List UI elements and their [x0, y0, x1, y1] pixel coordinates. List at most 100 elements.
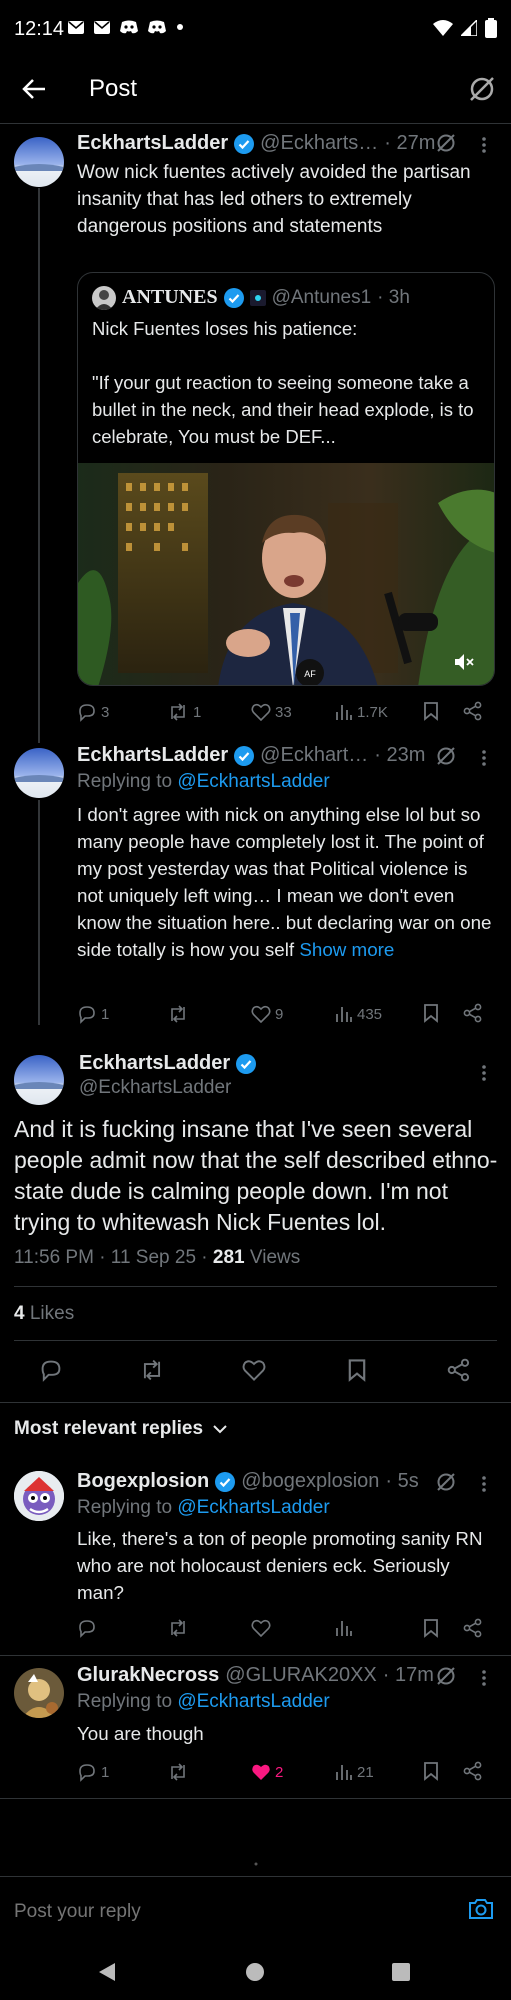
author-name[interactable]: EckhartsLadder [77, 132, 228, 155]
reply-icon[interactable] [39, 1358, 63, 1382]
replying-to: Replying to @EckhartsLadder [77, 771, 330, 792]
views-icon [335, 1005, 353, 1023]
author-name[interactable]: EckhartsLadder [79, 1052, 230, 1075]
post-text: You are though [77, 1723, 204, 1744]
share-icon[interactable] [463, 1761, 483, 1781]
repost-icon[interactable] [167, 1618, 189, 1638]
thread-line [38, 800, 40, 1025]
more-options-icon[interactable] [481, 1475, 487, 1493]
author-handle[interactable]: @Eckharts… [260, 132, 378, 155]
battery-icon [485, 18, 497, 38]
views-button[interactable]: 435 [335, 1005, 382, 1023]
avatar[interactable] [14, 1471, 64, 1521]
author-name[interactable]: Bogexplosion [77, 1470, 209, 1493]
share-icon[interactable] [447, 1358, 471, 1382]
reply-icon[interactable] [77, 1618, 97, 1638]
avatar[interactable] [14, 1055, 64, 1105]
nav-back-icon[interactable] [98, 1962, 116, 1982]
author-name[interactable]: GlurakNecross [77, 1664, 219, 1687]
post-actions [77, 1617, 495, 1641]
avatar[interactable] [14, 137, 64, 187]
share-icon[interactable] [463, 1618, 483, 1638]
bookmark-icon[interactable] [423, 701, 439, 721]
like-count: 2 [275, 1763, 284, 1781]
post-time: · 17m [382, 1664, 434, 1686]
main-post-actions [0, 1356, 511, 1386]
top-app-bar: Post [0, 60, 511, 120]
repost-icon [167, 702, 189, 722]
camera-icon[interactable] [468, 1897, 494, 1921]
post-actions: 1 9 435 [77, 1002, 495, 1026]
replying-to: Replying to @EckhartsLadder [77, 1497, 330, 1518]
reply-button[interactable]: 1 [77, 1004, 109, 1024]
reply-button[interactable]: 1 [77, 1762, 109, 1782]
reply-count: 1 [101, 1005, 110, 1023]
views-button[interactable]: 1.7K [335, 703, 388, 721]
system-nav-bar [0, 1944, 511, 2000]
reply-icon [77, 1004, 97, 1024]
heart-icon [251, 703, 271, 721]
share-icon[interactable] [463, 701, 483, 721]
grok-icon[interactable] [469, 76, 495, 102]
views-icon[interactable] [335, 1619, 353, 1637]
grok-icon[interactable] [436, 746, 456, 766]
mute-icon[interactable] [454, 653, 474, 671]
views-button[interactable]: 21 [335, 1763, 374, 1781]
post-time: · 5s [385, 1470, 419, 1492]
discord-icon [148, 20, 166, 34]
avatar[interactable] [14, 1668, 64, 1718]
repost-button[interactable]: 1 [167, 702, 201, 722]
mention-link[interactable]: @EckhartsLadder [177, 1497, 329, 1518]
likes-count: 4 [14, 1303, 25, 1324]
mail-icon [94, 20, 110, 34]
heart-icon[interactable] [251, 1619, 271, 1637]
back-arrow-icon[interactable] [22, 78, 46, 100]
reply-input[interactable] [14, 1897, 434, 1927]
more-options-icon[interactable] [481, 136, 487, 154]
nav-recents-icon[interactable] [392, 1963, 410, 1981]
author-handle[interactable]: @Eckhart… [260, 744, 368, 767]
like-button[interactable]: 33 [251, 703, 292, 721]
grok-icon[interactable] [436, 1666, 456, 1686]
share-icon[interactable] [463, 1003, 483, 1023]
repost-icon[interactable] [139, 1358, 165, 1382]
author-name[interactable]: EckhartsLadder [77, 744, 228, 767]
mail-icon [68, 20, 84, 34]
quote-video-thumbnail[interactable]: AF [78, 463, 494, 685]
mention-link[interactable]: @EckhartsLadder [177, 771, 329, 792]
repost-button[interactable] [167, 1762, 189, 1782]
more-options-icon[interactable] [481, 1669, 487, 1687]
bookmark-icon[interactable] [423, 1003, 439, 1023]
grok-icon[interactable] [436, 1472, 456, 1492]
avatar[interactable] [14, 748, 64, 798]
like-button[interactable]: 2 [251, 1763, 283, 1781]
grok-icon[interactable] [436, 133, 456, 153]
quote-text-line: Nick Fuentes loses his patience: [92, 318, 358, 339]
mention-link[interactable]: @EckhartsLadder [177, 1691, 329, 1712]
quoted-post[interactable]: ANTUNES @Antunes1 · 3h Nick Fuentes lose… [77, 272, 495, 686]
main-post-text: And it is fucking insane that I've seen … [14, 1116, 498, 1235]
like-button[interactable]: 9 [251, 1005, 283, 1023]
discord-icon [120, 20, 138, 34]
more-options-icon[interactable] [481, 749, 487, 767]
bookmark-icon[interactable] [423, 1761, 439, 1781]
bookmark-icon[interactable] [347, 1358, 367, 1382]
verified-badge-icon [234, 745, 255, 766]
replies-sort-dropdown[interactable]: Most relevant replies [14, 1418, 227, 1440]
nav-home-icon[interactable] [245, 1962, 265, 1982]
author-handle[interactable]: @EckhartsLadder [79, 1077, 231, 1099]
author-handle[interactable]: @GLURAK20XX [225, 1664, 376, 1687]
reply-button[interactable]: 3 [77, 702, 109, 722]
bookmark-icon[interactable] [423, 1618, 439, 1638]
show-more-link[interactable]: Show more [299, 939, 394, 960]
quote-author-handle: @Antunes1 [271, 286, 372, 308]
heart-icon[interactable] [242, 1359, 266, 1381]
views-count: 281 [212, 1247, 245, 1268]
more-options-icon[interactable] [481, 1064, 487, 1082]
likes-summary[interactable]: 4 Likes [14, 1303, 74, 1325]
signal-icon [461, 20, 477, 36]
author-handle[interactable]: @bogexplosion [241, 1470, 379, 1493]
post-text: Wow nick fuentes actively avoided the pa… [77, 162, 471, 237]
repost-button[interactable] [167, 1004, 189, 1024]
post-time: · 27m [384, 132, 436, 154]
